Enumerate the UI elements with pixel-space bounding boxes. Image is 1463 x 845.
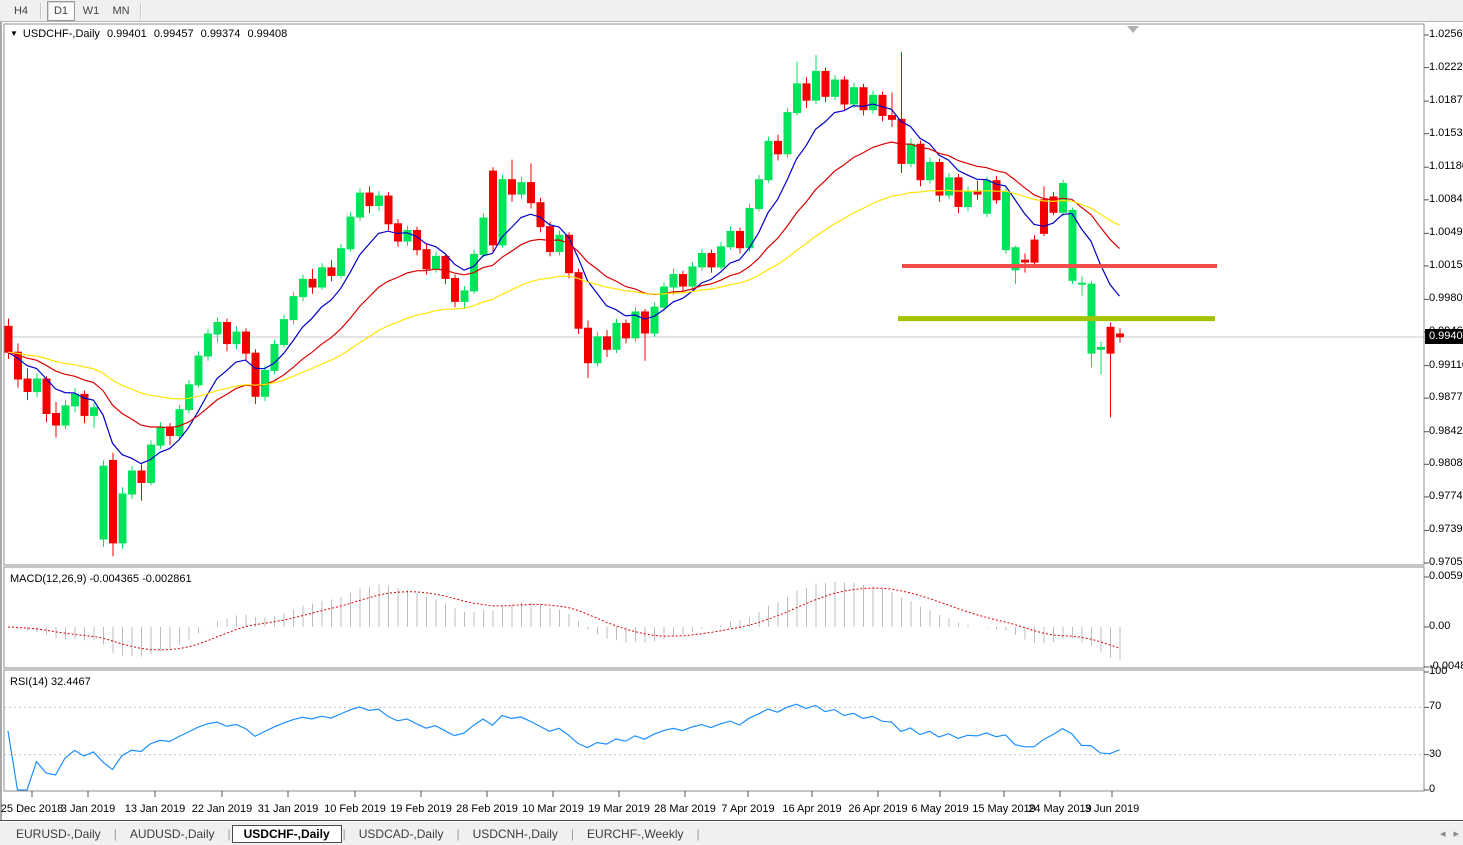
date-axis-label: 10 Mar 2019 bbox=[522, 803, 584, 815]
date-axis-label: 15 May 2019 bbox=[972, 803, 1036, 815]
ohlc-high: 0.99457 bbox=[154, 28, 194, 40]
chart-canvas[interactable] bbox=[0, 0, 1463, 845]
chart-shift-marker-icon[interactable] bbox=[1127, 26, 1139, 33]
ohlc-close: 0.99408 bbox=[247, 28, 287, 40]
date-axis-label: 22 Jan 2019 bbox=[192, 803, 253, 815]
date-axis-label: 3 Jun 2019 bbox=[1085, 803, 1139, 815]
macd-axis-label: 0.00 bbox=[1429, 620, 1450, 632]
macd-signal-value: -0.002861 bbox=[142, 573, 192, 585]
price-axis-label: 1.01530 bbox=[1429, 127, 1463, 139]
macd-axis-label: 0.005999 bbox=[1429, 570, 1463, 582]
rsi-value: 32.4467 bbox=[51, 676, 91, 688]
rsi-axis-label: 30 bbox=[1429, 748, 1441, 760]
price-axis-label: 1.01180 bbox=[1429, 160, 1463, 172]
price-axis-label: 1.00150 bbox=[1429, 259, 1463, 271]
date-axis-label: 24 May 2019 bbox=[1028, 803, 1092, 815]
current-price-tag: 0.99408 bbox=[1425, 329, 1463, 344]
tab-scroll-left-icon[interactable]: ◂ bbox=[1440, 827, 1446, 840]
date-axis-label: 10 Feb 2019 bbox=[324, 803, 386, 815]
date-axis-label: 26 Apr 2019 bbox=[848, 803, 907, 815]
terminal-window: H4D1W1MN ▼USDCHF-,Daily 0.99401 0.99457 … bbox=[0, 0, 1463, 845]
rsi-indicator-label: RSI(14) 32.4467 bbox=[10, 676, 91, 688]
symbol-tab-eurusd-daily[interactable]: EURUSD-,Daily bbox=[4, 825, 113, 843]
tab-scroll-right-icon[interactable]: ▸ bbox=[1453, 827, 1459, 840]
date-axis-label: 19 Feb 2019 bbox=[390, 803, 452, 815]
date-axis-label: 16 Apr 2019 bbox=[782, 803, 841, 815]
rsi-axis-label: 70 bbox=[1429, 700, 1441, 712]
rsi-axis-label: 100 bbox=[1429, 665, 1447, 677]
macd-main-value: -0.004365 bbox=[89, 573, 139, 585]
price-axis-label: 0.97740 bbox=[1429, 490, 1463, 502]
price-axis-label: 0.97050 bbox=[1429, 556, 1463, 568]
date-axis-label: 19 Mar 2019 bbox=[588, 803, 650, 815]
ohlc-open: 0.99401 bbox=[107, 28, 147, 40]
date-axis-label: 28 Feb 2019 bbox=[456, 803, 518, 815]
date-axis-label: 28 Mar 2019 bbox=[654, 803, 716, 815]
symbol-tab-audusd-daily[interactable]: AUDUSD-,Daily bbox=[118, 825, 227, 843]
price-axis-label: 0.98770 bbox=[1429, 391, 1463, 403]
price-axis-label: 1.01870 bbox=[1429, 94, 1463, 106]
price-axis-label: 1.02560 bbox=[1429, 28, 1463, 40]
rsi-axis-label: 0 bbox=[1429, 783, 1435, 795]
chart-title: ▼ USDCHF-,Daily 0.99401 0.99457 0.99374 0… bbox=[10, 28, 291, 40]
price-axis-label: 0.99110 bbox=[1429, 359, 1463, 371]
date-axis-label: 31 Jan 2019 bbox=[258, 803, 319, 815]
tab-separator: | bbox=[696, 827, 701, 841]
macd-name: MACD(12,26,9) bbox=[10, 573, 86, 585]
price-axis-label: 0.98420 bbox=[1429, 425, 1463, 437]
date-axis-label: 3 Jan 2019 bbox=[61, 803, 115, 815]
tab-scroll-buttons: ◂ ▸ bbox=[1440, 827, 1459, 840]
price-axis-label: 1.00490 bbox=[1429, 226, 1463, 238]
chart-symbol-label: USDCHF-,Daily bbox=[23, 28, 100, 40]
date-axis-label: 7 Apr 2019 bbox=[721, 803, 774, 815]
date-axis-label: 6 May 2019 bbox=[911, 803, 968, 815]
symbol-tab-usdcad-daily[interactable]: USDCAD-,Daily bbox=[347, 825, 456, 843]
price-axis-label: 0.98080 bbox=[1429, 457, 1463, 469]
price-axis-label: 1.00840 bbox=[1429, 193, 1463, 205]
date-axis-label: 13 Jan 2019 bbox=[125, 803, 186, 815]
symbol-tab-eurchf-weekly[interactable]: EURCHF-,Weekly bbox=[575, 825, 695, 843]
ohlc-low: 0.99374 bbox=[201, 28, 241, 40]
price-axis-label: 1.02220 bbox=[1429, 61, 1463, 73]
chart-collapse-icon[interactable]: ▼ bbox=[10, 29, 18, 38]
symbol-tab-usdcnh-daily[interactable]: USDCNH-,Daily bbox=[461, 825, 570, 843]
rsi-name: RSI(14) bbox=[10, 676, 48, 688]
date-axis-label: 25 Dec 2018 bbox=[1, 803, 63, 815]
symbol-tab-usdchf-daily[interactable]: USDCHF-,Daily bbox=[232, 825, 342, 843]
symbol-tab-bar: EURUSD-,Daily|AUDUSD-,Daily|USDCHF-,Dail… bbox=[0, 822, 1463, 845]
price-axis-label: 0.97390 bbox=[1429, 523, 1463, 535]
macd-indicator-label: MACD(12,26,9) -0.004365 -0.002861 bbox=[10, 573, 192, 585]
price-axis-label: 0.99800 bbox=[1429, 292, 1463, 304]
